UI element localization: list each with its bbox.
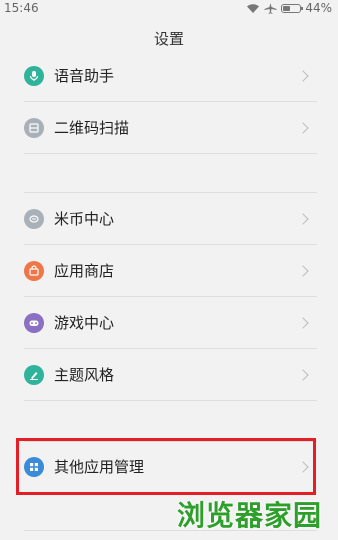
wifi-icon xyxy=(247,3,260,13)
page-title: 设置 xyxy=(153,29,184,48)
item-label: 语音助手 xyxy=(54,67,115,85)
highlight-box xyxy=(16,438,316,495)
qr-scan-icon xyxy=(24,117,44,138)
airplane-icon xyxy=(264,2,277,14)
brush-icon xyxy=(24,364,44,385)
chevron-right-icon xyxy=(297,264,309,277)
status-time: 15:46 xyxy=(4,1,39,15)
settings-item-theme-style[interactable]: 主题风格 xyxy=(24,349,317,401)
chevron-right-icon xyxy=(297,316,309,329)
item-label: 应用商店 xyxy=(54,262,115,280)
store-bag-icon xyxy=(24,260,44,281)
chevron-right-icon xyxy=(297,368,309,381)
gamepad-icon xyxy=(24,312,44,333)
chevron-right-icon xyxy=(297,212,309,225)
status-icons: 44% xyxy=(246,1,332,15)
settings-item-mi-coin-center[interactable]: 米币中心 xyxy=(24,193,317,245)
item-label: 游戏中心 xyxy=(54,314,115,332)
status-bar: 15:46 44% xyxy=(0,0,338,16)
battery-fill xyxy=(283,5,291,11)
item-label: 二维码扫描 xyxy=(54,119,130,137)
settings-item-game-center[interactable]: 游戏中心 xyxy=(24,297,317,349)
settings-item-app-store[interactable]: 应用商店 xyxy=(24,245,317,297)
chevron-right-icon xyxy=(297,121,309,134)
microphone-icon xyxy=(24,65,44,86)
item-label: 主题风格 xyxy=(54,366,115,384)
battery-icon xyxy=(281,3,304,13)
battery-percent: 44% xyxy=(305,1,332,15)
coin-icon xyxy=(24,208,44,229)
settings-item-voice-assistant[interactable]: 语音助手 xyxy=(24,50,317,102)
watermark-logo: 浏览器家园 xyxy=(176,499,322,532)
chevron-right-icon xyxy=(297,69,309,82)
item-label: 米币中心 xyxy=(54,210,115,228)
settings-item-qr-scan[interactable]: 二维码扫描 xyxy=(24,102,317,154)
